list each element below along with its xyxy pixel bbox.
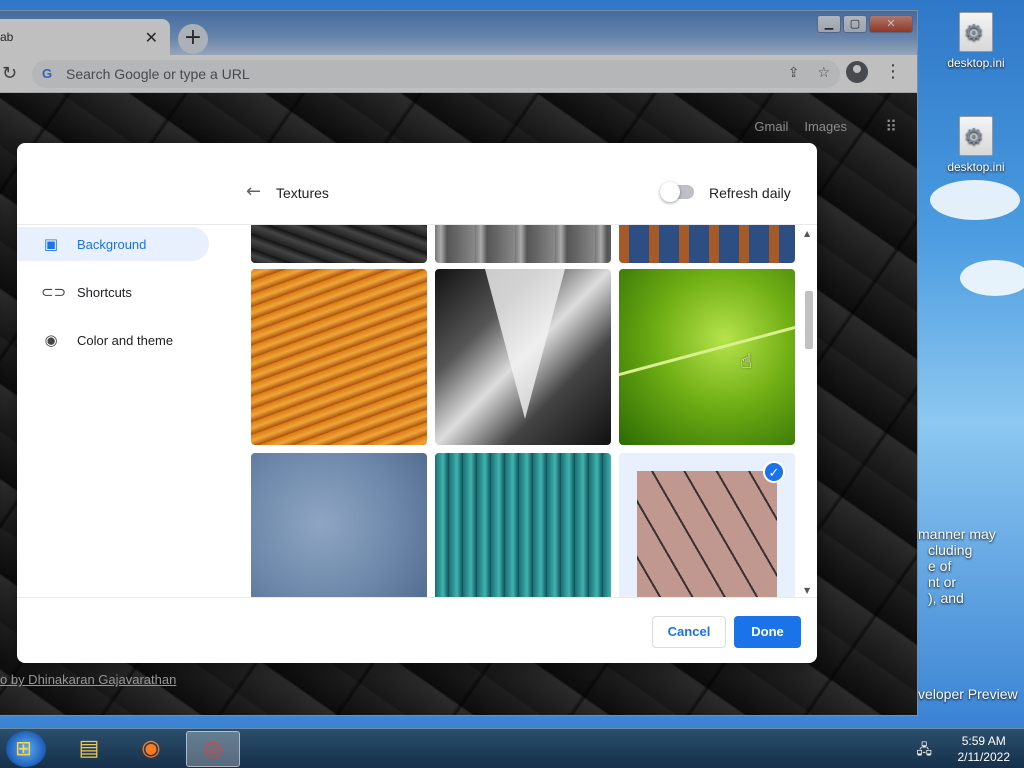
start-button[interactable] xyxy=(6,731,46,767)
texture-orange-blue-windows-tile[interactable] xyxy=(619,225,795,263)
desktop-file-icon[interactable]: desktop.ini xyxy=(936,116,1016,174)
texture-glass-grid-tile[interactable]: ✓ xyxy=(619,453,795,597)
browser-window: ab ✕ + ▁ ▢ ✕ ↻ G Search Google or type a… xyxy=(0,10,918,716)
selected-check-icon: ✓ xyxy=(763,461,785,483)
sidebar-item-label: Color and theme xyxy=(77,332,174,348)
texture-blue-stone-tile[interactable] xyxy=(251,453,427,597)
cancel-button[interactable]: Cancel xyxy=(652,616,726,648)
refresh-daily-toggle[interactable] xyxy=(660,182,694,202)
sidebar-item-label: Background xyxy=(77,236,147,252)
wallpaper-line: veloper Preview xyxy=(918,686,1018,702)
desktop-file-icon[interactable]: desktop.ini xyxy=(936,12,1016,70)
file-explorer-taskbar-icon[interactable]: ▤ xyxy=(62,731,116,767)
sidebar-item-shortcuts[interactable]: ⊂⊃ Shortcuts xyxy=(17,275,217,309)
firefox-taskbar-icon[interactable]: ◉ xyxy=(124,731,178,767)
dialog-footer: Cancel Done xyxy=(17,597,817,663)
scrollbar-thumb[interactable] xyxy=(805,291,813,349)
grid-scrollbar[interactable]: ▲ ▼ xyxy=(802,225,816,597)
chrome-taskbar-icon[interactable]: ◎ xyxy=(186,731,240,767)
desktop-cloud xyxy=(930,180,1020,220)
back-arrow-icon[interactable]: ← xyxy=(246,181,261,202)
settings-file-icon xyxy=(959,12,993,52)
scroll-down-arrow-icon[interactable]: ▼ xyxy=(804,586,810,595)
sidebar-item-color-theme[interactable]: ◉ Color and theme xyxy=(17,323,217,357)
wallpaper-line: nt or xyxy=(928,574,957,590)
desktop-wallpaper-text: manner may cluding e of nt or ), and xyxy=(918,526,1024,606)
desktop-icon-label: desktop.ini xyxy=(947,160,1005,174)
texture-teal-facade-tile[interactable] xyxy=(435,453,611,597)
desktop-icon-label: desktop.ini xyxy=(947,56,1005,70)
palette-icon: ◉ xyxy=(44,331,58,349)
customize-dialog: ← Textures Refresh daily ▣ Background ⊂⊃… xyxy=(17,143,817,663)
scroll-up-arrow-icon[interactable]: ▲ xyxy=(804,229,810,238)
taskbar: ▤ ◉ ◎ 🖧 5:59 AM 2/11/2022 xyxy=(0,728,1024,768)
clock-time: 5:59 AM xyxy=(961,734,1006,748)
desktop-wallpaper-text: veloper Preview xyxy=(918,686,1024,702)
sidebar-item-background[interactable]: ▣ Background xyxy=(17,227,209,261)
link-icon: ⊂⊃ xyxy=(41,283,67,301)
refresh-daily-label: Refresh daily xyxy=(709,185,791,201)
dialog-header: ← Textures Refresh daily xyxy=(17,143,817,225)
texture-gray-grid-tile[interactable] xyxy=(435,225,611,263)
wallpaper-line: cluding xyxy=(928,542,973,558)
texture-green-leaf-tile[interactable] xyxy=(619,269,795,445)
texture-bw-skyscraper-tile[interactable] xyxy=(435,269,611,445)
desktop-cloud xyxy=(960,260,1024,296)
dialog-sidebar: ▣ Background ⊂⊃ Shortcuts ◉ Color and th… xyxy=(17,225,217,371)
system-clock[interactable]: 5:59 AM 2/11/2022 xyxy=(958,733,1011,765)
texture-grid: ✓ xyxy=(251,225,811,597)
settings-file-icon xyxy=(959,116,993,156)
sidebar-item-label: Shortcuts xyxy=(77,284,132,300)
clock-date: 2/11/2022 xyxy=(957,750,1011,764)
dialog-title: Textures xyxy=(276,185,329,201)
wallpaper-line: e of xyxy=(928,558,952,574)
texture-glass-grid-image xyxy=(637,471,777,597)
hand-cursor-icon: ☝ xyxy=(740,349,753,373)
wallpaper-line: manner may xyxy=(918,526,996,542)
network-icon[interactable]: 🖧 xyxy=(916,739,932,763)
wallpaper-line: ), and xyxy=(928,590,964,606)
texture-dark-building-tile[interactable] xyxy=(251,225,427,263)
done-button[interactable]: Done xyxy=(734,616,801,648)
image-icon: ▣ xyxy=(43,235,59,253)
texture-orange-roof-tile[interactable] xyxy=(251,269,427,445)
